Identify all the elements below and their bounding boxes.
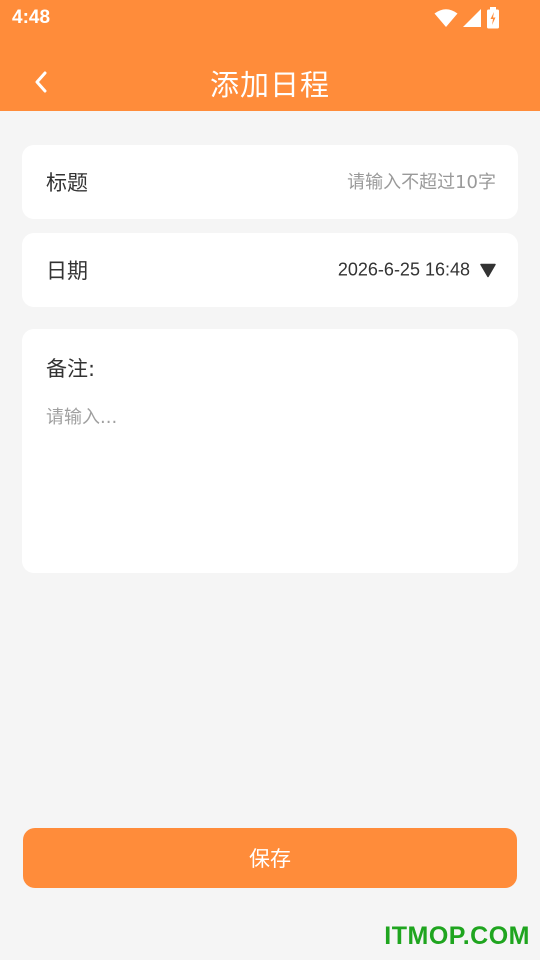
status-icons xyxy=(434,7,500,29)
save-button[interactable]: 保存 xyxy=(23,828,517,888)
status-time: 4:48 xyxy=(12,7,51,28)
add-schedule-screen: 4:48 添加日程 标题 日期 2026-6-25 1 xyxy=(0,0,540,960)
wifi-icon xyxy=(434,9,458,27)
note-input[interactable] xyxy=(46,403,496,553)
date-label: 日期 xyxy=(46,259,88,283)
date-row: 日期 2026-6-25 16:48 xyxy=(22,233,518,307)
title-row: 标题 xyxy=(22,145,518,219)
app-header: 4:48 添加日程 xyxy=(0,0,540,111)
note-label: 备注: xyxy=(46,357,96,381)
page-title: 添加日程 xyxy=(209,68,330,102)
date-picker[interactable]: 2026-6-25 16:48 xyxy=(338,260,496,281)
date-value: 2026-6-25 16:48 xyxy=(337,259,470,280)
title-label: 标题 xyxy=(46,171,88,195)
watermark-text: ITMOP.COM xyxy=(384,922,530,950)
cellular-signal-icon xyxy=(463,9,481,27)
note-row: 备注: xyxy=(22,329,518,573)
battery-charging-icon xyxy=(487,7,499,29)
caret-down-icon xyxy=(480,263,496,277)
title-input[interactable] xyxy=(216,162,496,202)
